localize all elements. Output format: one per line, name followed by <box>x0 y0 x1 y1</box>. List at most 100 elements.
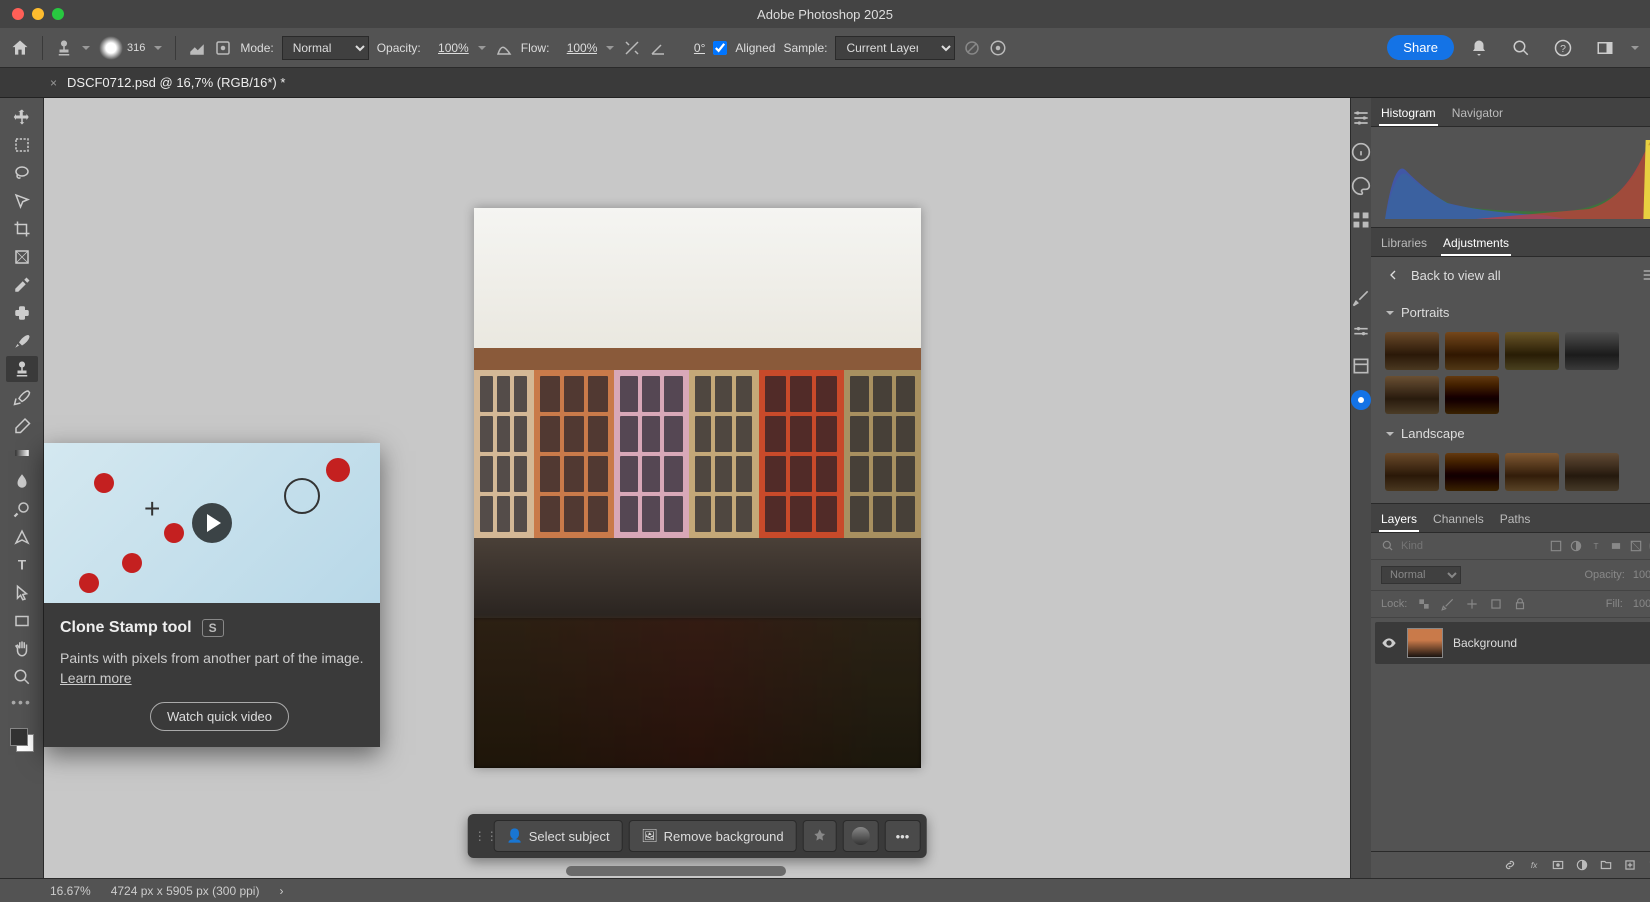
generative-icon[interactable] <box>1351 390 1371 410</box>
gradient-tool[interactable] <box>6 440 38 466</box>
brush-tool[interactable] <box>6 328 38 354</box>
dodge-tool[interactable] <box>6 496 38 522</box>
group-icon[interactable] <box>1599 858 1613 872</box>
flow-input[interactable] <box>557 41 597 55</box>
adjustments-tab[interactable]: Adjustments <box>1441 232 1511 256</box>
properties-icon[interactable] <box>1351 356 1371 376</box>
filter-adjustment-icon[interactable] <box>1569 539 1583 553</box>
healing-tool[interactable] <box>6 300 38 326</box>
panel-menu-icon[interactable]: ≡ <box>1644 102 1650 126</box>
filter-smart-icon[interactable] <box>1629 539 1643 553</box>
layer-style-icon[interactable]: fx <box>1527 858 1541 872</box>
preset-thumbnail[interactable] <box>1385 376 1439 414</box>
link-layers-icon[interactable] <box>1503 858 1517 872</box>
filter-type-icon[interactable]: T <box>1589 539 1603 553</box>
tooltip-video-preview[interactable]: + <box>44 443 380 603</box>
share-button[interactable]: Share <box>1387 35 1454 60</box>
preset-thumbnail[interactable] <box>1505 332 1559 370</box>
status-chevron-icon[interactable]: › <box>279 884 283 898</box>
back-to-view-all[interactable]: Back to view all <box>1371 257 1650 293</box>
document-tab[interactable]: DSCF0712.psd @ 16,7% (RGB/16*) * <box>67 75 285 90</box>
brush-panel-icon[interactable] <box>188 39 206 57</box>
portraits-section[interactable]: Portraits <box>1385 299 1650 326</box>
layer-name[interactable]: Background <box>1453 636 1637 650</box>
preset-thumbnail[interactable] <box>1385 332 1439 370</box>
preset-thumbnail[interactable] <box>1505 453 1559 491</box>
layer-mask-icon[interactable] <box>1551 858 1565 872</box>
drag-handle-icon[interactable]: ⋮⋮ <box>474 820 488 852</box>
eraser-tool[interactable] <box>6 412 38 438</box>
hand-tool[interactable] <box>6 636 38 662</box>
play-icon[interactable] <box>192 503 232 543</box>
eyedropper-tool[interactable] <box>6 272 38 298</box>
zoom-tool[interactable] <box>6 664 38 690</box>
preset-thumbnail[interactable] <box>1385 453 1439 491</box>
rectangle-tool[interactable] <box>6 608 38 634</box>
angle-icon[interactable] <box>649 39 667 57</box>
move-tool[interactable] <box>6 104 38 130</box>
crop-tool[interactable] <box>6 216 38 242</box>
aligned-checkbox[interactable] <box>713 41 727 55</box>
home-icon[interactable] <box>10 38 30 58</box>
stamp-tool-icon[interactable] <box>55 39 73 57</box>
brush-size-value[interactable]: 316 <box>127 42 145 54</box>
properties-button[interactable] <box>843 820 879 852</box>
paths-tab[interactable]: Paths <box>1498 508 1533 532</box>
angle-input[interactable] <box>675 41 705 55</box>
horizontal-scrollbar[interactable] <box>566 866 786 876</box>
clone-source-icon[interactable] <box>214 39 232 57</box>
lock-all-icon[interactable] <box>1513 597 1527 611</box>
navigator-tab[interactable]: Navigator <box>1450 102 1505 126</box>
edit-toolbar[interactable]: ••• <box>6 692 38 712</box>
chevron-down-icon[interactable] <box>605 43 615 53</box>
info-icon[interactable] <box>1351 142 1371 162</box>
chevron-down-icon[interactable] <box>1630 43 1640 53</box>
preset-thumbnail[interactable] <box>1445 332 1499 370</box>
clone-source-panel-icon[interactable] <box>1351 322 1371 342</box>
window-maximize[interactable] <box>52 8 64 20</box>
libraries-tab[interactable]: Libraries <box>1379 232 1429 256</box>
list-view-icon[interactable] <box>1641 267 1650 283</box>
marquee-tool[interactable] <box>6 132 38 158</box>
landscape-section[interactable]: Landscape <box>1385 420 1650 447</box>
layer-row[interactable]: Background <box>1375 622 1650 664</box>
chevron-down-icon[interactable] <box>153 43 163 53</box>
ignore-adjustment-icon[interactable] <box>963 39 981 57</box>
new-layer-icon[interactable] <box>1623 858 1637 872</box>
sample-select[interactable]: Current Layer <box>835 36 955 60</box>
adjustment-layer-icon[interactable] <box>1575 858 1589 872</box>
clone-stamp-tool[interactable] <box>6 356 38 382</box>
channels-tab[interactable]: Channels <box>1431 508 1486 532</box>
history-brush-tool[interactable] <box>6 384 38 410</box>
swatches-icon[interactable] <box>1351 210 1371 230</box>
mode-select[interactable]: Normal <box>282 36 369 60</box>
preset-thumbnail[interactable] <box>1445 453 1499 491</box>
color-icon[interactable] <box>1351 176 1371 196</box>
opacity-input[interactable] <box>429 41 469 55</box>
frame-tool[interactable] <box>6 244 38 270</box>
zoom-level[interactable]: 16.67% <box>50 884 91 898</box>
pressure-opacity-icon[interactable] <box>495 39 513 57</box>
lock-transparency-icon[interactable] <box>1417 597 1431 611</box>
search-icon[interactable] <box>1512 39 1530 57</box>
search-icon[interactable] <box>1381 539 1395 553</box>
chevron-down-icon[interactable] <box>81 43 91 53</box>
type-tool[interactable]: T <box>6 552 38 578</box>
preset-thumbnail[interactable] <box>1565 453 1619 491</box>
pin-button[interactable] <box>803 820 837 852</box>
preset-thumbnail[interactable] <box>1565 332 1619 370</box>
lock-pixels-icon[interactable] <box>1441 597 1455 611</box>
airbrush-icon[interactable] <box>623 39 641 57</box>
adjustments-icon[interactable] <box>1351 108 1371 128</box>
path-selection-tool[interactable] <box>6 580 38 606</box>
lock-position-icon[interactable] <box>1465 597 1479 611</box>
layers-tab[interactable]: Layers <box>1379 508 1419 532</box>
help-icon[interactable]: ? <box>1554 39 1572 57</box>
learn-more-link[interactable]: Learn more <box>60 670 132 686</box>
brush-preview[interactable] <box>99 36 123 60</box>
notifications-icon[interactable] <box>1470 39 1488 57</box>
window-close[interactable] <box>12 8 24 20</box>
more-options-button[interactable]: ••• <box>885 820 921 852</box>
remove-background-button[interactable]: 🖼 Remove background <box>629 820 797 852</box>
opacity-value[interactable]: 100% <box>1633 569 1650 581</box>
